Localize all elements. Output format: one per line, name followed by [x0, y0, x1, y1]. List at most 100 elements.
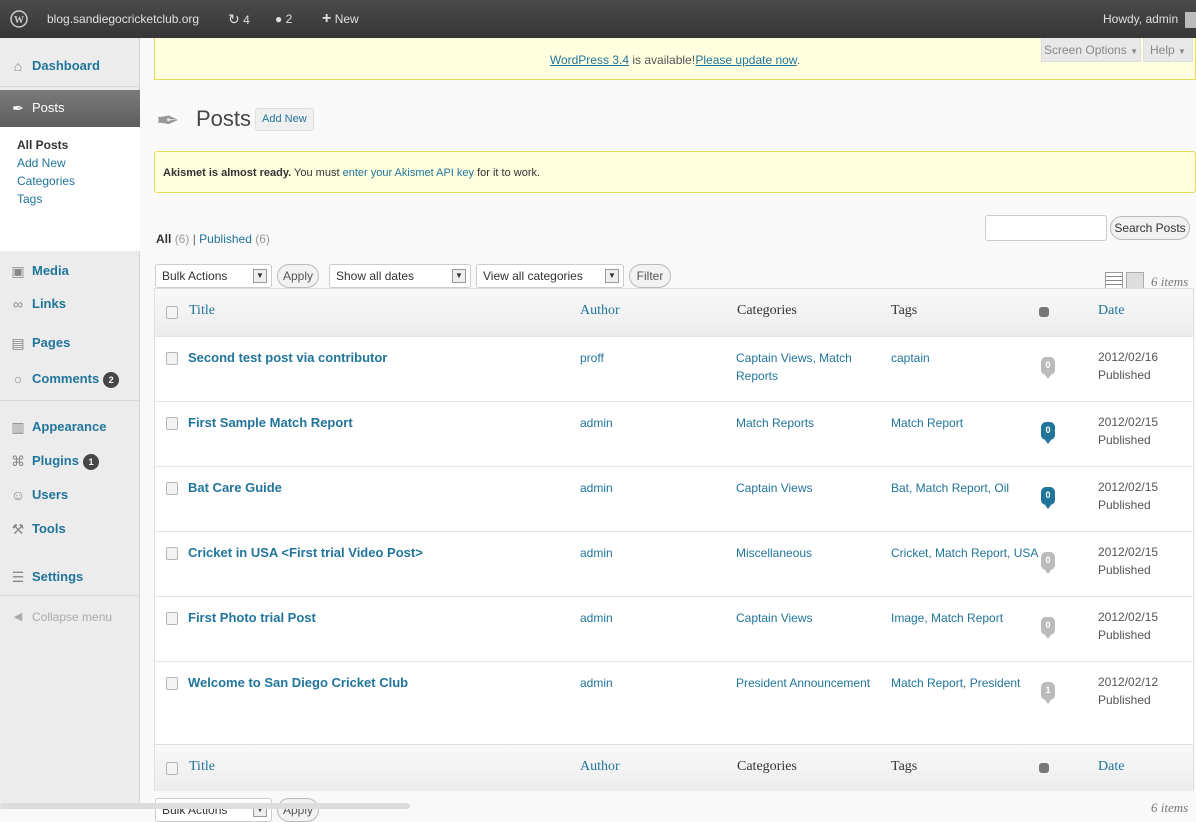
select-all-checkbox[interactable]: [166, 306, 178, 319]
post-categories[interactable]: Miscellaneous: [736, 544, 876, 562]
select-all-checkbox-footer[interactable]: [166, 762, 178, 775]
screen-options-arrow-icon: ▼: [1130, 47, 1138, 56]
post-status: Published: [1098, 498, 1151, 512]
links-icon: ∞: [13, 296, 23, 312]
row-checkbox[interactable]: [166, 547, 178, 560]
post-tags[interactable]: Match Report, President: [891, 674, 1041, 692]
comments-count-badge: 2: [103, 371, 120, 388]
post-tags[interactable]: Match Report: [891, 414, 1041, 432]
menu-plugins[interactable]: ⌘ Plugins 1: [0, 446, 140, 476]
site-name-link[interactable]: blog.sandiegocricketclub.org: [47, 0, 199, 38]
post-author-link[interactable]: admin: [580, 674, 613, 692]
help-button[interactable]: Help ▼: [1143, 38, 1193, 62]
filter-all[interactable]: All: [156, 232, 171, 246]
footer-title-header[interactable]: Title: [189, 759, 215, 775]
footer-date-header[interactable]: Date: [1098, 759, 1124, 775]
comments-menu[interactable]: ● 2: [275, 0, 292, 38]
table-row[interactable]: First Sample Match Report admin Match Repo…: [155, 401, 1193, 466]
post-tags[interactable]: Image, Match Report: [891, 609, 1041, 627]
submenu-all-posts[interactable]: All Posts: [17, 138, 68, 152]
collapse-menu[interactable]: ◀ Collapse menu: [0, 602, 140, 632]
categories-select[interactable]: View all categories ▼: [476, 264, 624, 288]
post-title-link[interactable]: First Photo trial Post: [188, 610, 316, 625]
post-categories[interactable]: Captain Views: [736, 609, 876, 627]
comment-count-bubble[interactable]: 0: [1041, 617, 1055, 639]
post-categories[interactable]: President Announcement: [736, 674, 876, 692]
filter-button[interactable]: Filter: [629, 264, 671, 288]
filter-published[interactable]: Published: [199, 232, 252, 246]
akismet-api-key-link[interactable]: enter your Akismet API key: [343, 167, 474, 179]
post-categories[interactable]: Captain Views, Match Reports: [736, 349, 876, 385]
dates-select[interactable]: Show all dates ▼: [329, 264, 471, 288]
table-row[interactable]: First Photo trial Post admin Captain Views…: [155, 596, 1193, 661]
menu-pages[interactable]: ▤ Pages: [0, 328, 140, 358]
search-posts-button[interactable]: Search Posts: [1110, 216, 1190, 240]
post-title-link[interactable]: First Sample Match Report: [188, 415, 353, 430]
updates-icon: ↻: [228, 11, 240, 27]
post-title-link[interactable]: Bat Care Guide: [188, 480, 282, 495]
menu-posts[interactable]: ✒ Posts: [0, 90, 140, 127]
post-author-link[interactable]: admin: [580, 414, 613, 432]
table-row[interactable]: Second test post via contributor proff Cap…: [155, 336, 1193, 401]
bulk-actions-select[interactable]: Bulk Actions ▼: [155, 264, 272, 288]
column-author-header[interactable]: Author: [580, 303, 620, 319]
footer-author-header[interactable]: Author: [580, 759, 620, 775]
bottom-apply-button[interactable]: Apply: [277, 798, 319, 822]
post-author-link[interactable]: admin: [580, 609, 613, 627]
post-title-link[interactable]: Cricket in USA <First trial Video Post>: [188, 545, 423, 560]
menu-appearance[interactable]: ▥ Appearance: [0, 412, 140, 442]
column-tags-header: Tags: [891, 303, 918, 318]
bottom-bulk-actions-select[interactable]: Bulk Actions ▼: [155, 798, 272, 822]
my-account-menu[interactable]: Howdy, admin: [1103, 0, 1196, 38]
row-checkbox[interactable]: [166, 417, 178, 430]
add-new-button[interactable]: Add New: [255, 108, 314, 131]
submenu-add-new[interactable]: Add New: [17, 156, 66, 170]
apply-button[interactable]: Apply: [277, 264, 319, 288]
post-tags[interactable]: Cricket, Match Report, USA: [891, 544, 1041, 562]
menu-links[interactable]: ∞ Links: [0, 289, 140, 319]
row-checkbox[interactable]: [166, 352, 178, 365]
menu-tools[interactable]: ⚒ Tools: [0, 514, 140, 544]
update-now-link[interactable]: Please update now: [695, 53, 796, 67]
screen-options-button[interactable]: Screen Options ▼: [1041, 38, 1141, 62]
submenu-categories[interactable]: Categories: [17, 174, 75, 188]
post-title-link[interactable]: Second test post via contributor: [188, 350, 387, 365]
menu-dashboard[interactable]: ⌂ Dashboard: [0, 51, 140, 81]
comment-count-bubble[interactable]: 0: [1041, 487, 1055, 509]
post-tags[interactable]: Bat, Match Report, Oil: [891, 479, 1041, 497]
post-author-link[interactable]: admin: [580, 479, 613, 497]
menu-media[interactable]: ▣ Media: [0, 256, 140, 286]
menu-users[interactable]: ☺ Users: [0, 480, 140, 510]
table-row[interactable]: Bat Care Guide admin Captain Views Bat, Mat…: [155, 466, 1193, 531]
post-author-link[interactable]: admin: [580, 544, 613, 562]
new-content-menu[interactable]: + New: [322, 0, 359, 38]
submenu-tags[interactable]: Tags: [17, 192, 42, 206]
comments-icon: ○: [13, 371, 23, 387]
table-row[interactable]: Welcome to San Diego Cricket Club admin Pr…: [155, 661, 1193, 726]
menu-comments[interactable]: ○ Comments 2: [0, 364, 140, 394]
table-row[interactable]: Cricket in USA <First trial Video Post> a…: [155, 531, 1193, 596]
post-author-link[interactable]: proff: [580, 349, 604, 367]
row-checkbox[interactable]: [166, 677, 178, 690]
post-categories[interactable]: Match Reports: [736, 414, 876, 432]
row-checkbox[interactable]: [166, 612, 178, 625]
search-input[interactable]: [985, 215, 1107, 241]
comment-count-bubble[interactable]: 1: [1041, 682, 1055, 704]
update-version-link[interactable]: WordPress 3.4: [550, 53, 629, 67]
post-categories[interactable]: Captain Views: [736, 479, 876, 497]
column-title-header[interactable]: Title: [189, 303, 215, 319]
post-title-link[interactable]: Welcome to San Diego Cricket Club: [188, 675, 408, 690]
row-checkbox[interactable]: [166, 482, 178, 495]
column-date-header[interactable]: Date: [1098, 303, 1124, 319]
post-tags[interactable]: captain: [891, 349, 1041, 367]
menu-links-label: Links: [32, 296, 66, 311]
comment-count-bubble[interactable]: 0: [1041, 422, 1055, 444]
post-date: 2012/02/16 Published: [1098, 348, 1158, 384]
comment-count-bubble[interactable]: 0: [1041, 552, 1055, 574]
dashboard-icon: ⌂: [13, 58, 23, 74]
wordpress-logo-icon[interactable]: W: [8, 0, 30, 38]
menu-settings[interactable]: ☰ Settings: [0, 562, 140, 592]
updates-menu[interactable]: ↻ 4: [228, 0, 250, 38]
comment-count-bubble[interactable]: 0: [1041, 357, 1055, 379]
horizontal-scrollbar[interactable]: [0, 803, 410, 809]
